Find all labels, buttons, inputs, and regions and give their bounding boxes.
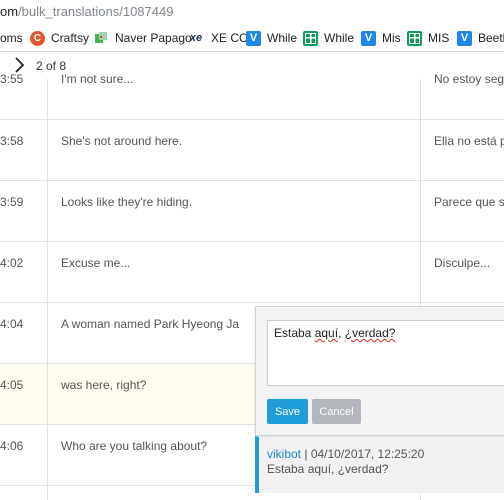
v-icon: V [361,30,376,46]
bookmark-naver-papago[interactable]: Naver Papago [94,29,192,47]
row-time: 4:02 [0,256,24,270]
table-row[interactable]: 3:58 She's not around here. Ella no está… [0,120,504,181]
url-path: /bulk_translations/1087449 [18,4,174,19]
row-time: 4:06 [0,439,24,453]
row-target-text: No estoy seg [434,72,504,86]
row-source-text: A woman named Park Hyeong Ja [61,317,240,331]
row-time: 3:59 [0,195,24,209]
row-source-text: I'm not sure... [61,72,134,86]
url-host: om [0,4,19,19]
papago-icon [94,31,109,46]
table-row[interactable]: 3:55 I'm not sure... No estoy seg [0,72,504,120]
bookmark-while-v[interactable]: V While [246,29,297,47]
history-separator: | [301,447,311,461]
v-icon: V [246,30,261,46]
bookmark-oms[interactable]: oms [0,29,23,47]
history-timestamp: 04/10/2017, 12:25:20 [310,447,425,461]
bookmark-craftsy[interactable]: C Craftsy [30,29,89,47]
column-divider [47,79,48,500]
translation-input[interactable] [267,320,504,386]
history-meta: vikibot | 04/10/2017, 12:25:20 [267,447,424,461]
cancel-button[interactable]: Cancel [312,399,361,424]
bookmark-label: XE CC [211,31,248,45]
bookmark-label: Beeth [478,31,504,45]
bookmark-label: oms [0,31,23,45]
bookmark-label: Craftsy [51,31,90,45]
address-bar[interactable]: om/bulk_translations/1087449 [0,0,504,24]
bookmark-while-sheet[interactable]: While [303,29,354,47]
bookmark-label: Naver Papago [115,31,192,45]
row-source-text: Excuse me... [61,256,131,270]
bookmark-mis-sheet[interactable]: MIS [407,29,449,47]
row-time: 3:58 [0,134,24,148]
xe-icon: xe [189,32,203,44]
row-source-text: Looks like they're hiding. [61,195,193,209]
page-counter: 2 of 8 [36,59,67,73]
bookmark-label: Mis [382,31,401,45]
bookmarks-bar: oms C Craftsy Naver Papago xe XE CC V Wh… [0,24,504,52]
v-icon: V [457,30,472,46]
row-source-text: was here, right? [61,378,147,392]
history-text: Estaba aquí, ¿verdad? [267,462,389,476]
bookmark-beeth[interactable]: V Beeth [457,29,504,47]
row-time: 4:04 [0,317,24,331]
craftsy-icon: C [30,30,45,46]
row-time: 4:05 [0,378,24,392]
table-row[interactable]: 4:02 Excuse me... Disculpe... [0,242,504,303]
bookmark-xe-cc[interactable]: xe XE CC [187,29,248,47]
bookmark-label: MIS [428,31,450,45]
history-user-link[interactable]: vikibot [267,447,301,461]
row-target-text: Disculpe... [434,256,491,270]
row-source-text: Who are you talking about? [61,439,208,453]
bookmark-mis-v[interactable]: V Mis [361,29,401,47]
translation-editor: Estaba aquí, ¿verdad? Save Cancel [255,306,504,436]
translation-history-entry: vikibot | 04/10/2017, 12:25:20 Estaba aq… [255,436,504,493]
row-time: 3:55 [0,72,24,86]
bookmark-label: While [324,31,355,45]
sheets-icon [407,30,422,46]
row-target-text: Ella no está p [434,134,504,148]
row-target-text: Parece que s [434,195,504,209]
url-text[interactable]: om/bulk_translations/1087449 [0,4,173,19]
bookmark-label: While [267,31,298,45]
save-button[interactable]: Save [267,399,308,424]
sheets-icon [303,30,318,46]
row-source-text: She's not around here. [61,134,183,148]
table-row[interactable]: 3:59 Looks like they're hiding. Parece q… [0,181,504,242]
